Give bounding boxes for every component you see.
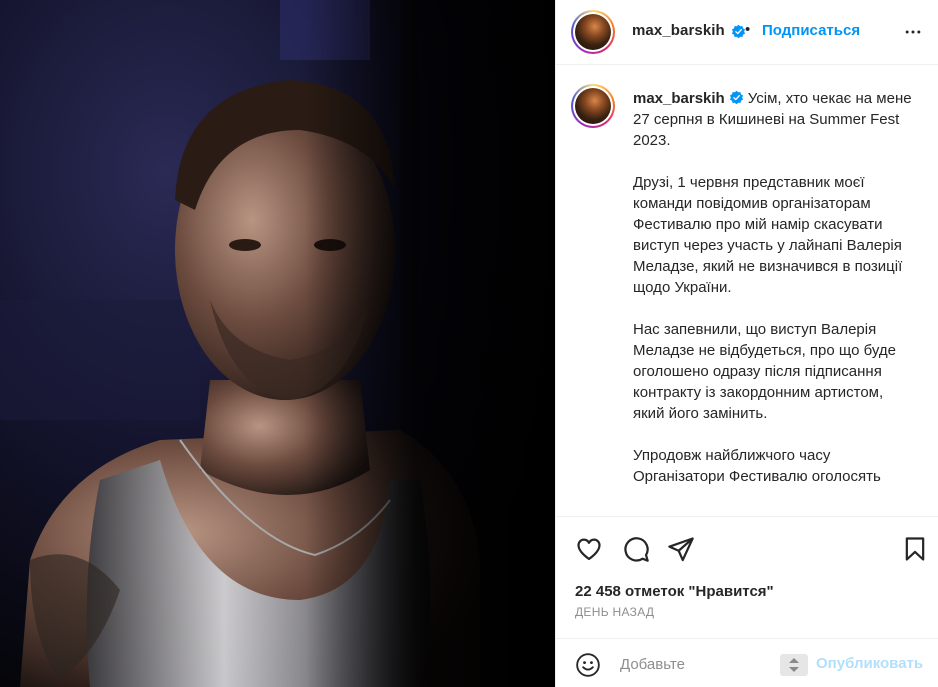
caption-verified-badge-icon	[729, 90, 743, 105]
more-dots-icon[interactable]	[902, 22, 924, 42]
post-photo[interactable]	[0, 0, 555, 687]
comment-input[interactable]	[620, 653, 770, 675]
follow-button[interactable]: Подписаться	[762, 22, 860, 39]
caption-text: max_barskih Усім, хто чекає на мене 27 се…	[633, 88, 918, 487]
username-link[interactable]: max_barskih	[632, 22, 725, 39]
paper-plane-icon[interactable]	[667, 535, 695, 563]
post-side-panel: max_barskih • Подписаться max_barskih Усі…	[555, 0, 938, 687]
smiley-icon[interactable]	[575, 652, 601, 678]
photo-image	[0, 0, 555, 687]
comment-bar: Опубликовать	[556, 638, 938, 687]
comment-icon[interactable]	[622, 535, 650, 563]
avatar[interactable]	[571, 10, 615, 54]
bookmark-icon[interactable]	[901, 535, 929, 563]
caption-avatar[interactable]	[571, 84, 615, 128]
action-bar	[556, 516, 938, 580]
likes-count[interactable]: 22 458 отметок "Нравится"	[575, 583, 774, 600]
heart-icon[interactable]	[575, 535, 603, 563]
post-header: max_barskih • Подписаться	[556, 0, 938, 65]
header-separator: •	[745, 21, 751, 38]
resize-arrows-icon[interactable]	[780, 654, 808, 676]
caption-section: max_barskih Усім, хто чекає на мене 27 се…	[556, 66, 938, 516]
caption-username-link[interactable]: max_barskih	[633, 90, 725, 107]
verified-badge-icon	[731, 24, 746, 39]
caption-body: Усім, хто чекає на мене 27 серпня в Киши…	[633, 90, 912, 485]
publish-button[interactable]: Опубликовать	[816, 655, 923, 672]
post-timestamp[interactable]: ДЕНЬ НАЗАД	[575, 605, 654, 619]
